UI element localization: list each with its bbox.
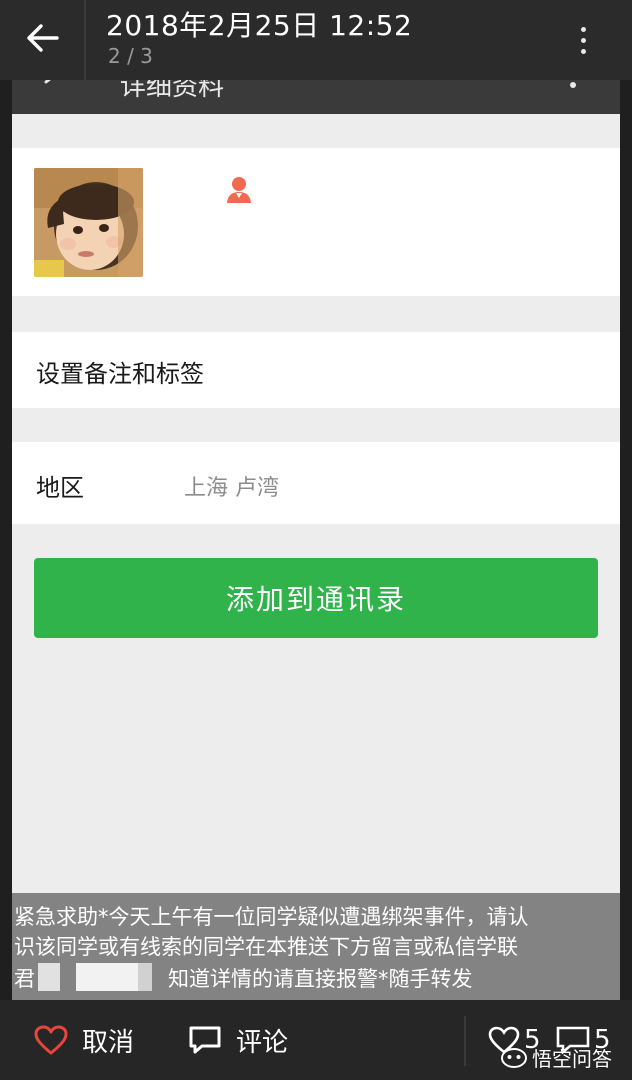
avatar[interactable] xyxy=(34,168,143,277)
heart-outline-icon xyxy=(34,1025,68,1055)
remark-label: 设置备注和标签 xyxy=(36,360,204,388)
region-value: 上海 卢湾 xyxy=(184,476,279,501)
caption-line-1: 紧急求助*今天上午有一位同学疑似遭遇绑架事件，请认 xyxy=(14,905,529,929)
screenshot-content: 详细资料 设置备注和标签 地区 上海 卢湾 添加到通讯录 xyxy=(12,80,620,1000)
back-button[interactable] xyxy=(18,14,66,62)
comment-label: 评论 xyxy=(236,1027,289,1058)
viewer-date-time: 2018年2月25日 12:52 xyxy=(106,9,413,42)
bottom-action-bar: 取消 评论 5 5 悟空问答 xyxy=(0,1000,632,1080)
caption-overlay: 紧急求助*今天上午有一位同学疑似遭遇绑架事件，请认 识该同学或有线索的同学在本推… xyxy=(12,893,620,1000)
unlike-button[interactable]: 取消 xyxy=(34,1016,134,1064)
comment-bubble-icon xyxy=(189,1026,221,1054)
watermark: 悟空问答 xyxy=(500,1042,612,1072)
screenshot-header: 详细资料 xyxy=(12,80,620,114)
watermark-text: 悟空问答 xyxy=(532,1046,612,1071)
redaction-block xyxy=(38,963,60,991)
viewer-top-bar: 2018年2月25日 12:52 2 / 3 xyxy=(0,0,632,80)
top-divider xyxy=(84,0,86,80)
screenshot-more-icon xyxy=(570,82,576,88)
redaction-block xyxy=(138,963,152,991)
screenshot-back-icon xyxy=(44,80,51,84)
screenshot-header-title: 详细资料 xyxy=(120,80,225,102)
caption-line-3-rest: 知道详情的请直接报警*随手转发 xyxy=(168,967,473,991)
person-female-icon xyxy=(227,177,251,203)
remark-row[interactable]: 设置备注和标签 xyxy=(12,332,620,408)
back-arrow-icon xyxy=(27,24,59,52)
child-photo xyxy=(34,168,143,277)
add-to-contacts-button[interactable]: 添加到通讯录 xyxy=(34,558,598,638)
more-options-button[interactable] xyxy=(566,14,600,66)
wukong-logo-icon xyxy=(501,1048,527,1068)
profile-card xyxy=(12,148,620,296)
comment-button[interactable]: 评论 xyxy=(188,1016,288,1064)
more-vertical-icon xyxy=(580,26,586,32)
region-row: 地区 上海 卢湾 xyxy=(12,442,620,524)
caption-line-3-prefix: 君 xyxy=(14,967,35,991)
region-label: 地区 xyxy=(36,474,84,502)
caption-line-2: 识该同学或有线索的同学在本推送下方留言或私信学联 xyxy=(14,935,518,959)
page-indicator: 2 / 3 xyxy=(108,44,153,68)
redaction-block xyxy=(76,963,138,991)
bottom-divider xyxy=(464,1016,466,1066)
unlike-label: 取消 xyxy=(82,1027,135,1058)
